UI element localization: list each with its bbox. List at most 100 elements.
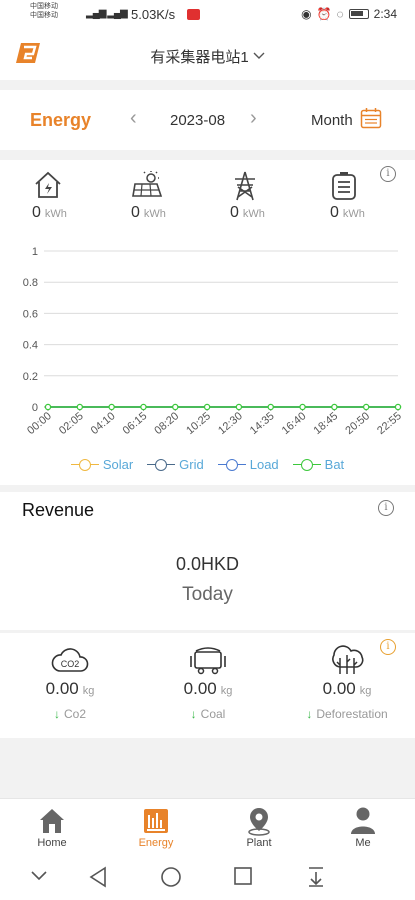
revenue-title: Revenue <box>22 500 95 520</box>
revenue-period: Today <box>182 584 233 605</box>
info-icon[interactable]: i <box>378 500 394 516</box>
env-unit: kg <box>359 685 372 697</box>
data-point <box>108 403 115 411</box>
env-label: Coal <box>200 707 226 721</box>
tab-energy[interactable]: Energy <box>30 110 91 131</box>
calendar-icon[interactable] <box>360 107 382 129</box>
home-circle-icon[interactable] <box>160 866 182 888</box>
y-tick-label: 0.4 <box>23 340 38 352</box>
legend-solar-swatch <box>70 458 99 471</box>
legend-label: Solar <box>102 457 134 472</box>
chevron-down-icon[interactable] <box>30 870 48 882</box>
next-period-button[interactable]: › <box>250 107 257 130</box>
data-point <box>362 403 370 411</box>
x-tick-label: 02:05 <box>57 410 86 437</box>
x-tick-label: 20:50 <box>343 410 372 437</box>
date-bar: Energy ‹ 2023-08 › Month <box>0 90 415 150</box>
back-icon[interactable] <box>88 866 108 888</box>
env-label: Co2 <box>63 707 86 721</box>
trees-icon <box>332 645 364 674</box>
chart-legend: Solar Grid Load Bat <box>0 457 415 472</box>
recent-apps-icon[interactable] <box>233 866 253 886</box>
station-selector[interactable]: 有采集器电站1 <box>0 46 415 67</box>
coal-cart-icon <box>190 647 226 675</box>
data-point <box>76 403 84 411</box>
x-tick-label: 18:45 <box>311 410 340 437</box>
legend-bat[interactable]: Bat <box>292 457 345 472</box>
current-date[interactable]: 2023-08 <box>170 112 225 129</box>
carrier-1: 中国移动 <box>30 3 58 10</box>
arrow-down-icon: ↓ <box>53 707 60 721</box>
home-icon <box>40 809 64 833</box>
env-label: Deforestation <box>316 707 388 721</box>
y-tick-label: 0 <box>32 402 38 414</box>
status-right: ◉ ⏰ ◌ 2:34 <box>301 7 397 21</box>
legend-load[interactable]: Load <box>217 457 279 472</box>
svg-text:CO2: CO2 <box>61 659 80 669</box>
env-value: 0.00 <box>322 679 356 698</box>
legend-grid[interactable]: Grid <box>147 457 204 472</box>
legend-label: Bat <box>324 457 345 472</box>
y-tick-label: 0.2 <box>23 371 38 383</box>
location-pin-icon <box>248 808 270 836</box>
carrier-labels: 中国移动 中国移动 <box>30 2 58 20</box>
chevron-down-icon <box>253 52 265 59</box>
legend-load-swatch <box>217 458 246 471</box>
system-nav-bar <box>0 852 415 900</box>
data-point <box>203 403 211 411</box>
app-bar: 有采集器电站1 <box>0 30 415 80</box>
env-value: 0.00 <box>45 679 79 698</box>
x-tick-label: 16:40 <box>280 410 309 437</box>
notification-icon <box>187 9 200 20</box>
nav-energy[interactable]: Energy <box>121 805 191 849</box>
revenue-amount: 0.0HKD <box>175 554 240 574</box>
period-mode[interactable]: Month <box>311 112 353 129</box>
arrow-down-icon: ↓ <box>190 707 197 721</box>
data-point <box>140 403 147 411</box>
battery-icon <box>348 9 369 19</box>
data-point <box>299 403 306 411</box>
bottom-nav: Home Energy Plant Me <box>0 798 415 852</box>
energy-line-chart: 00.20.40.60.8100:00 02:05 04:10 06:15 08:20 1… <box>23 246 404 437</box>
y-tick-label: 1 <box>32 246 38 258</box>
download-icon[interactable] <box>306 866 326 888</box>
env-co2: CO2 0.00 kg ↓ Co2 <box>10 643 130 721</box>
x-tick-label: 10:25 <box>184 410 213 437</box>
network-speed: 5.03K/s <box>131 7 176 22</box>
energy-chart-icon <box>144 809 168 833</box>
nav-label: Plant <box>246 837 272 849</box>
x-tick-label: 08:20 <box>152 410 181 437</box>
eye-icon: ◉ <box>301 7 312 21</box>
nav-me[interactable]: Me <box>328 805 398 849</box>
clock: 2:34 <box>373 7 397 21</box>
data-point <box>331 403 338 411</box>
person-icon <box>351 807 375 834</box>
data-point <box>235 403 243 411</box>
y-tick-label: 0.8 <box>23 277 38 289</box>
data-point <box>394 403 402 411</box>
legend-solar[interactable]: Solar <box>70 457 134 472</box>
revenue-card: Revenue i 0.0HKD Today <box>0 492 415 630</box>
nav-home[interactable]: Home <box>17 805 87 849</box>
alarm-icon: ⏰ <box>316 7 332 21</box>
nav-label: Energy <box>138 837 174 849</box>
y-tick-label: 0.6 <box>23 308 38 320</box>
nav-label: Home <box>37 837 67 849</box>
prev-period-button[interactable]: ‹ <box>130 107 137 130</box>
station-name: 有采集器电站1 <box>150 49 249 66</box>
nav-plant[interactable]: Plant <box>224 805 294 849</box>
co2-cloud-icon: CO2 <box>51 648 89 672</box>
x-tick-label: 12:30 <box>216 410 245 437</box>
x-tick-label: 06:15 <box>121 410 150 437</box>
energy-card: i 0 kWh 0 kWh 0 kWh 0 kWh 0 0.2 0.4 0.6 … <box>0 160 415 485</box>
legend-bat-swatch <box>292 458 321 471</box>
x-tick-label: 22:55 <box>375 410 404 437</box>
data-point <box>172 403 179 411</box>
data-point <box>44 403 52 411</box>
legend-label: Grid <box>179 457 204 472</box>
arrow-down-icon: ↓ <box>306 707 313 721</box>
env-unit: kg <box>82 685 95 697</box>
legend-grid-swatch <box>147 458 176 471</box>
data-point <box>267 403 274 411</box>
env-coal: 0.00 kg ↓ Coal <box>148 643 268 721</box>
